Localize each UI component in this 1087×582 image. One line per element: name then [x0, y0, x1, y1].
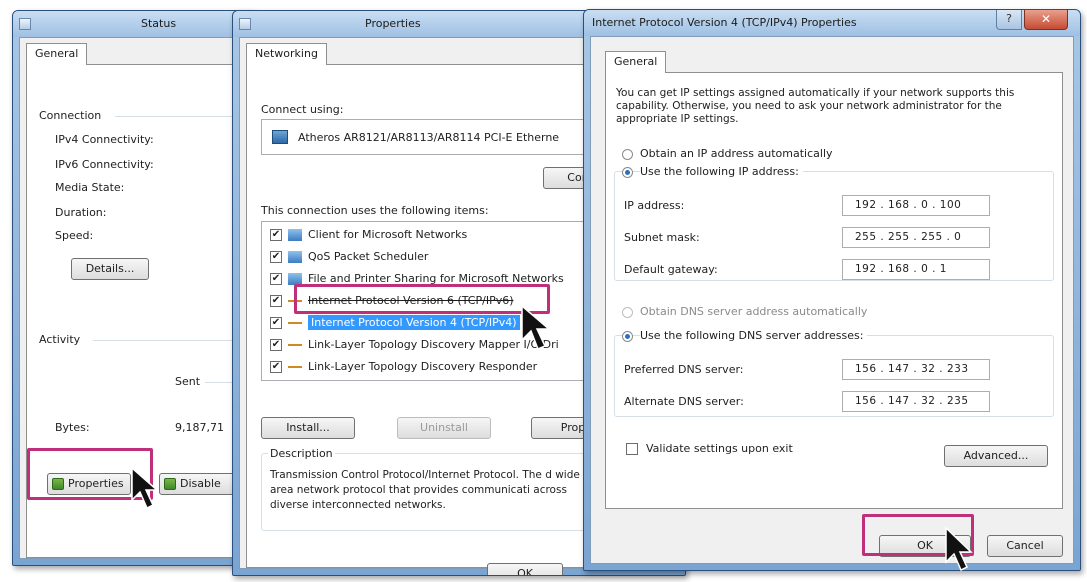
ipv4-title-bar[interactable]: Internet Protocol Version 4 (TCP/IPv4) P… — [584, 10, 1080, 36]
status-title-bar[interactable]: Status — [13, 11, 256, 37]
manual-ip-radio[interactable] — [622, 167, 633, 178]
description-header: Description — [268, 447, 335, 460]
details-button[interactable]: Details... — [71, 258, 149, 280]
connect-using-label: Connect using: — [261, 103, 344, 116]
ipv4-item-highlight-box — [294, 284, 550, 314]
description-text: Transmission Control Protocol/Internet P… — [270, 469, 580, 511]
item-checkbox[interactable] — [270, 361, 282, 373]
shield-icon — [164, 478, 176, 490]
connection-header: Connection — [39, 109, 102, 122]
help-icon[interactable]: ? — [996, 10, 1022, 30]
item-label: Link-Layer Topology Discovery Responder — [308, 360, 538, 373]
ipv4-body: General You can get IP settings assigned… — [590, 36, 1074, 564]
bytes-label: Bytes: — [55, 421, 90, 434]
tab-general[interactable]: General — [605, 51, 667, 73]
auto-ip-radio[interactable] — [622, 149, 633, 160]
item-checkbox[interactable] — [270, 251, 282, 263]
preferred-dns-label: Preferred DNS server: — [624, 363, 744, 376]
mouse-pointer-icon — [945, 526, 973, 572]
default-gateway-label: Default gateway: — [624, 263, 718, 276]
auto-dns-radio — [622, 307, 633, 318]
list-item[interactable]: Link-Layer Topology Discovery Mapper I/O… — [262, 336, 610, 356]
ipv4-connectivity-label: IPv4 Connectivity: — [55, 133, 154, 146]
disable-button[interactable]: Disable — [159, 473, 239, 495]
cancel-button[interactable]: Cancel — [987, 535, 1063, 557]
activity-header: Activity — [39, 333, 81, 346]
item-checkbox[interactable] — [270, 317, 282, 329]
item-label: Internet Protocol Version 4 (TCP/IPv4) — [308, 315, 520, 330]
items-label: This connection uses the following items… — [261, 204, 489, 217]
default-gateway-field[interactable]: 192 . 168 . 0 . 1 — [842, 259, 990, 280]
item-checkbox[interactable] — [270, 273, 282, 285]
ip-address-label: IP address: — [624, 199, 685, 212]
item-label: QoS Packet Scheduler — [308, 250, 429, 263]
window-icon — [19, 18, 31, 30]
network-client-icon — [288, 229, 302, 241]
auto-dns-label: Obtain DNS server address automatically — [640, 305, 868, 318]
speed-label: Speed: — [55, 229, 94, 242]
item-checkbox[interactable] — [270, 339, 282, 351]
mouse-pointer-icon — [521, 304, 552, 350]
window-icon — [239, 18, 251, 30]
item-checkbox[interactable] — [270, 295, 282, 307]
ip-address-field[interactable]: 192 . 168 . 0 . 100 — [842, 195, 990, 216]
network-adapter-icon — [272, 130, 288, 144]
protocol-icon — [288, 366, 302, 368]
activity-divider — [93, 340, 253, 341]
tab-general[interactable]: General — [26, 43, 88, 65]
advanced-button[interactable]: Advanced... — [944, 445, 1048, 467]
protocol-icon — [288, 344, 302, 346]
auto-ip-label: Obtain an IP address automatically — [640, 147, 833, 160]
manual-dns-label: Use the following DNS server addresses: — [640, 329, 868, 342]
list-item[interactable]: Client for Microsoft Networks — [262, 226, 610, 246]
subnet-mask-field[interactable]: 255 . 255 . 255 . 0 — [842, 227, 990, 248]
scheduler-icon — [288, 251, 302, 263]
ok-button[interactable]: OK — [487, 563, 563, 575]
ipv4-title: Internet Protocol Version 4 (TCP/IPv4) P… — [592, 16, 857, 29]
ipv6-connectivity-label: IPv6 Connectivity: — [55, 158, 154, 171]
list-item[interactable]: Link-Layer Topology Discovery Responder — [262, 358, 610, 378]
alternate-dns-field[interactable]: 156 . 147 . 32 . 235 — [842, 391, 990, 412]
uninstall-button: Uninstall — [397, 417, 491, 439]
adapter-box: Atheros AR8121/AR8113/AR8114 PCI-E Ether… — [261, 119, 601, 155]
description-group: Description Transmission Control Protoco… — [261, 447, 617, 531]
sent-label: Sent — [175, 375, 201, 388]
tab-networking[interactable]: Networking — [246, 43, 327, 65]
adapter-name: Atheros AR8121/AR8113/AR8114 PCI-E Ether… — [298, 131, 560, 144]
item-label: Client for Microsoft Networks — [308, 228, 468, 241]
validate-label: Validate settings upon exit — [646, 442, 793, 455]
validate-checkbox[interactable] — [626, 443, 638, 455]
install-button[interactable]: Install... — [261, 417, 355, 439]
ipv4-tab-panel: You can get IP settings assigned automat… — [605, 72, 1063, 509]
alternate-dns-label: Alternate DNS server: — [624, 395, 744, 408]
item-checkbox[interactable] — [270, 229, 282, 241]
status-title: Status — [141, 17, 177, 30]
subnet-mask-label: Subnet mask: — [624, 231, 700, 244]
mouse-pointer-icon — [131, 466, 159, 510]
protocol-icon — [288, 322, 302, 324]
list-item[interactable]: QoS Packet Scheduler — [262, 248, 610, 268]
disable-button-label: Disable — [180, 477, 221, 490]
list-item-selected[interactable]: Internet Protocol Version 4 (TCP/IPv4) — [262, 314, 610, 334]
properties-title: Properties — [365, 17, 421, 30]
bytes-value: 9,187,71 — [175, 421, 224, 434]
preferred-dns-field[interactable]: 156 . 147 . 32 . 233 — [842, 359, 990, 380]
ipv4-properties-window: Internet Protocol Version 4 (TCP/IPv4) P… — [583, 9, 1081, 571]
intro-text: You can get IP settings assigned automat… — [616, 87, 1015, 125]
manual-ip-label: Use the following IP address: — [640, 165, 803, 178]
close-icon[interactable]: ✕ — [1024, 10, 1068, 30]
manual-dns-radio[interactable] — [622, 331, 633, 342]
media-state-label: Media State: — [55, 181, 125, 194]
duration-label: Duration: — [55, 206, 107, 219]
